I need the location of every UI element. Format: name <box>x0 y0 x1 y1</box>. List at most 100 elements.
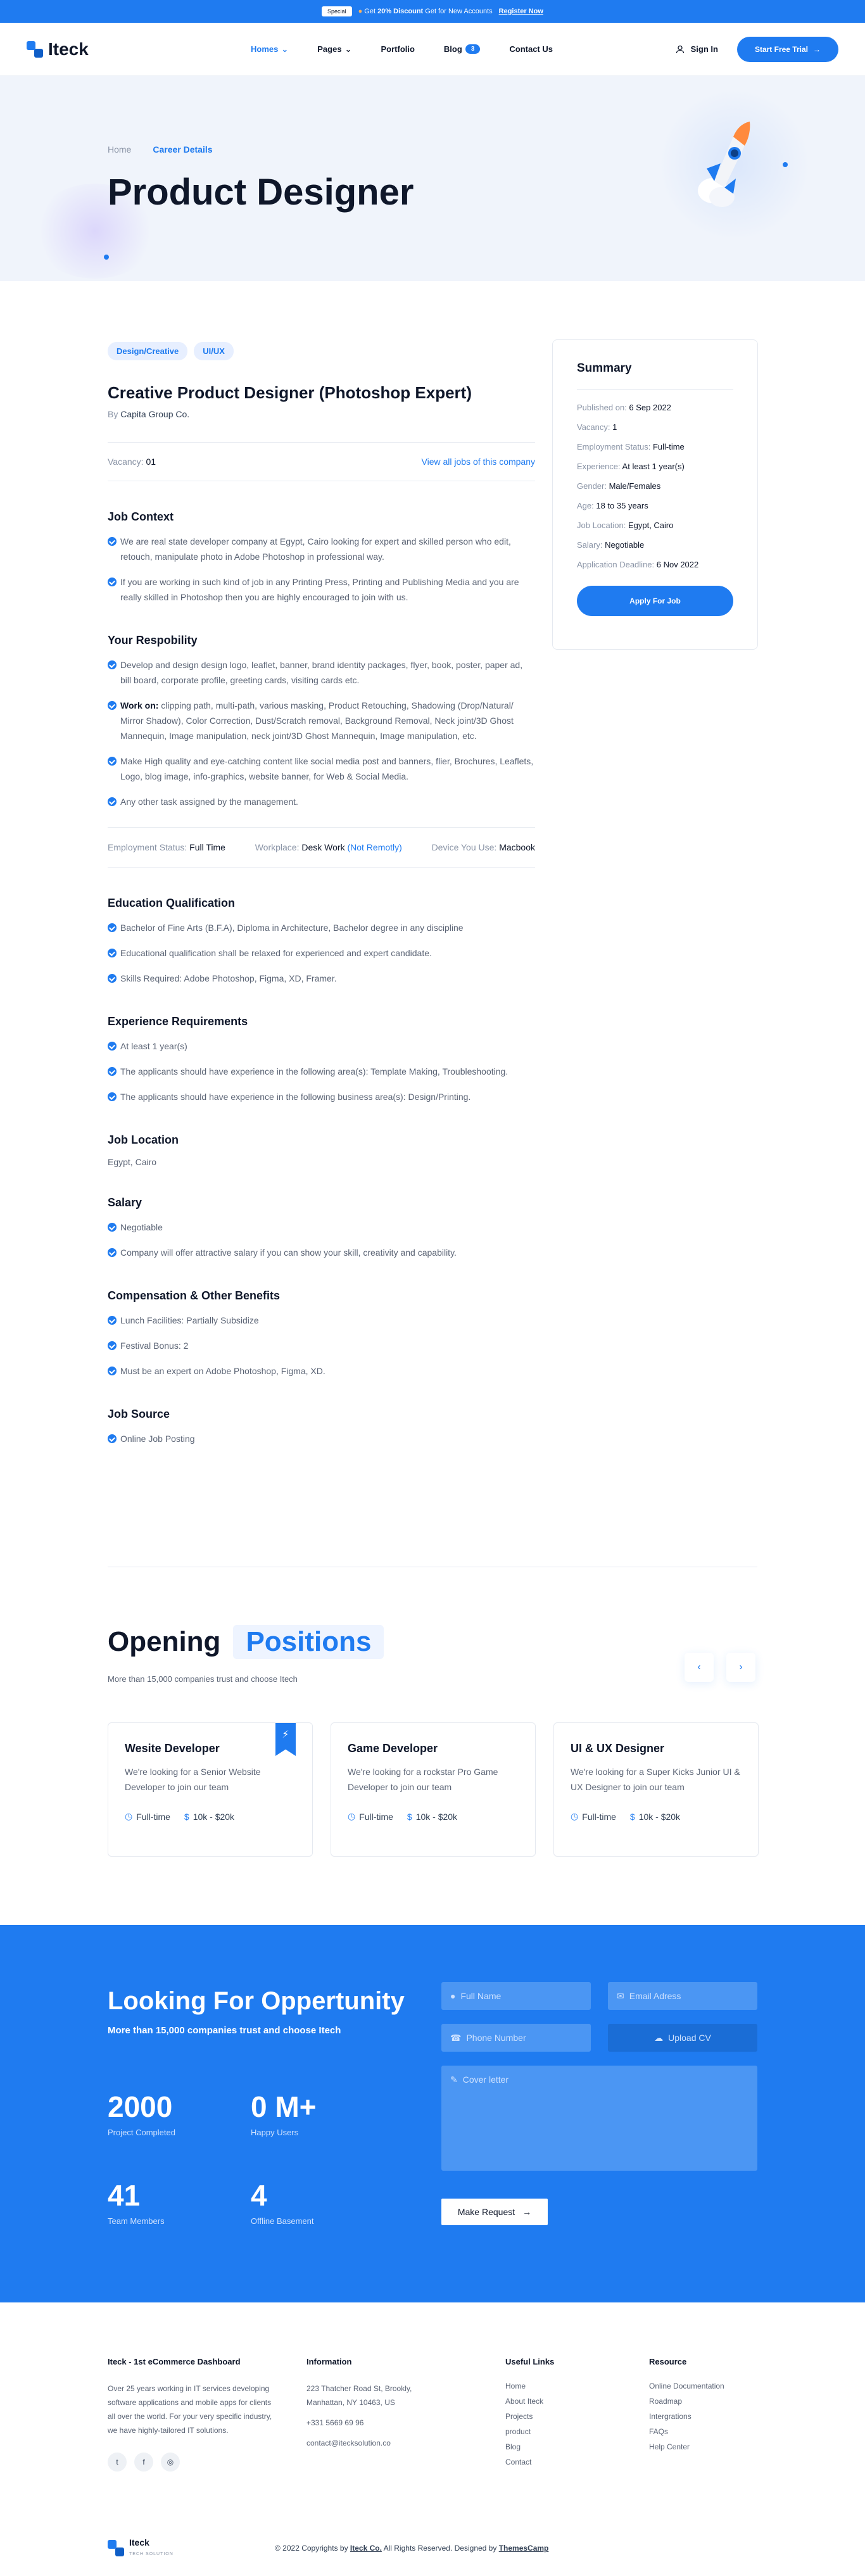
nav-item-portfolio[interactable]: Portfolio <box>381 44 414 54</box>
copyright-brand-link[interactable]: Iteck Co. <box>350 2544 382 2553</box>
designer-link[interactable]: ThemesCamp <box>499 2544 549 2553</box>
register-link[interactable]: Register Now <box>499 8 543 15</box>
list-item: Any other task assigned by the managemen… <box>108 794 535 809</box>
instagram-icon[interactable]: ◎ <box>161 2453 180 2472</box>
logo-mark-icon <box>108 2540 124 2556</box>
upload-cv-button[interactable]: ☁ Upload CV <box>608 2024 757 2052</box>
position-desc: We're looking for a rockstar Pro Game De… <box>348 1767 498 1792</box>
breadcrumb-home[interactable]: Home <box>108 144 131 155</box>
nav-item-pages[interactable]: Pages ⌄ <box>317 44 351 54</box>
check-circle-icon <box>108 1316 117 1325</box>
footer-link-product[interactable]: product <box>505 2427 619 2436</box>
email-field[interactable]: ✉ Email Adress <box>608 1982 757 2010</box>
check-circle-icon <box>108 1092 117 1101</box>
footer-about: Iteck - 1st eCommerce Dashboard Over 25 … <box>108 2357 275 2472</box>
footer-link-projects[interactable]: Projects <box>505 2412 619 2421</box>
cover-letter-field[interactable]: ✎ Cover letter <box>441 2066 757 2171</box>
footer-links: Useful Links Home About Iteck Projects p… <box>505 2357 619 2473</box>
check-circle-icon <box>108 1248 117 1257</box>
position-title: Wesite Developer <box>125 1742 220 1755</box>
list-item: The applicants should have experience in… <box>108 1089 535 1104</box>
summary-row: Gender: Male/Females <box>577 481 661 491</box>
check-circle-icon <box>108 660 117 669</box>
list-item: We are real state developer company at E… <box>108 534 535 564</box>
check-circle-icon <box>108 701 117 710</box>
nav-item-homes[interactable]: Homes ⌄ <box>251 44 288 54</box>
promo-text: ● Get 20% Discount Get for New Accounts <box>358 8 493 15</box>
arrow-right-icon: → <box>522 2207 532 2217</box>
list-item: Must be an expert on Adobe Photoshop, Fi… <box>108 1363 535 1379</box>
apply-for-job-button[interactable]: Apply For Job <box>577 586 733 616</box>
facebook-icon[interactable]: f <box>134 2453 153 2472</box>
section-title-location: Job Location <box>108 1133 179 1146</box>
footer-link-roadmap[interactable]: Roadmap <box>649 2397 757 2406</box>
nav-item-blog[interactable]: Blog 3 <box>444 44 481 54</box>
footer-email[interactable]: contact@itecksolution.co <box>306 2436 433 2450</box>
footer-link-home[interactable]: Home <box>505 2382 619 2390</box>
make-request-button[interactable]: Make Request → <box>441 2199 548 2225</box>
footer-link-faqs[interactable]: FAQs <box>649 2427 757 2436</box>
check-circle-icon <box>108 797 117 806</box>
section-title-benefits: Compensation & Other Benefits <box>108 1289 281 1302</box>
list-item: Make High quality and eye-catching conte… <box>108 754 535 784</box>
footer-link-integrations[interactable]: Intergrations <box>649 2412 757 2421</box>
check-circle-icon <box>108 1341 117 1350</box>
footer-links-title: Useful Links <box>505 2357 555 2366</box>
clock-icon: ◷ <box>125 1811 133 1821</box>
start-free-trial-button[interactable]: Start Free Trial → <box>736 36 838 62</box>
site-logo[interactable]: Iteck <box>27 39 251 60</box>
footer-link-docs[interactable]: Online Documentation <box>649 2382 757 2390</box>
summary-row: Employment Status: Full-time <box>577 442 685 451</box>
opportunity-section: Looking For Oppertunity More than 15,000… <box>0 1925 865 2302</box>
stat-projects: 2000 Project Completed <box>108 2090 175 2137</box>
footer-logo[interactable]: Iteck TECH SOLUTION <box>108 2538 275 2558</box>
list-item: Develop and design design logo, leaflet,… <box>108 657 535 688</box>
company-byline: By Capita Group Co. <box>108 409 190 419</box>
footer-address: 223 Thatcher Road St, Brookly, Manhattan… <box>306 2384 412 2407</box>
full-name-field[interactable]: ● Full Name <box>441 1982 591 2010</box>
page-hero: Home Career Details Product Designer <box>0 76 865 281</box>
tag-ui-ux[interactable]: UI/UX <box>194 342 234 360</box>
user-icon: ● <box>450 1991 456 2001</box>
dollar-icon: $ <box>629 1811 635 1822</box>
page-title: Product Designer <box>108 172 414 213</box>
check-circle-icon <box>108 1223 117 1232</box>
section-title-education: Education Qualification <box>108 897 236 909</box>
position-card[interactable]: Game Developer We're looking for a rocks… <box>331 1722 536 1857</box>
rocket-illustration <box>698 122 750 207</box>
tag-design-creative[interactable]: Design/Creative <box>108 342 188 360</box>
experience-list: At least 1 year(s) The applicants should… <box>108 1039 535 1104</box>
mail-icon: ✉ <box>617 1990 624 2001</box>
chevron-left-icon: ‹ <box>697 1662 701 1672</box>
cloud-upload-icon: ☁ <box>654 2032 664 2043</box>
opening-positions-title: Opening Positions <box>108 1625 384 1659</box>
footer-about-text: Over 25 years working in IT services dev… <box>108 2384 272 2435</box>
footer-phone[interactable]: +331 5669 69 96 <box>306 2416 433 2430</box>
position-card[interactable]: UI & UX Designer We're looking for a Sup… <box>553 1722 759 1857</box>
check-circle-icon <box>108 537 117 546</box>
summary-row: Job Location: Egypt, Cairo <box>577 521 674 530</box>
list-item: Online Job Posting <box>108 1431 535 1446</box>
carousel-next-button[interactable]: › <box>726 1653 755 1682</box>
summary-row: Vacancy: 1 <box>577 422 617 432</box>
phone-field[interactable]: ☎ Phone Number <box>441 2024 591 2052</box>
check-circle-icon <box>108 1067 117 1076</box>
list-item: Company will offer attractive salary if … <box>108 1245 535 1260</box>
carousel-prev-button[interactable]: ‹ <box>685 1653 714 1682</box>
sign-in-link[interactable]: Sign In <box>676 44 718 54</box>
special-badge: Special <box>322 6 352 16</box>
footer-link-blog[interactable]: Blog <box>505 2442 619 2451</box>
check-circle-icon <box>108 1367 117 1375</box>
view-all-jobs-link[interactable]: View all jobs of this company <box>422 457 536 467</box>
section-title-responsibility: Your Respobility <box>108 634 198 647</box>
hero-dot-left <box>104 255 109 260</box>
pen-icon: ✎ <box>450 2074 458 2085</box>
footer-link-about[interactable]: About Iteck <box>505 2397 619 2406</box>
footer-link-help[interactable]: Help Center <box>649 2442 757 2451</box>
position-card[interactable]: ⚡ Wesite Developer We're looking for a S… <box>108 1722 313 1857</box>
list-item: If you are working in such kind of job i… <box>108 574 535 605</box>
nav-item-contact[interactable]: Contact Us <box>509 44 553 54</box>
twitter-icon[interactable]: t <box>108 2453 127 2472</box>
footer-link-contact[interactable]: Contact <box>505 2458 619 2466</box>
check-circle-icon <box>108 923 117 932</box>
